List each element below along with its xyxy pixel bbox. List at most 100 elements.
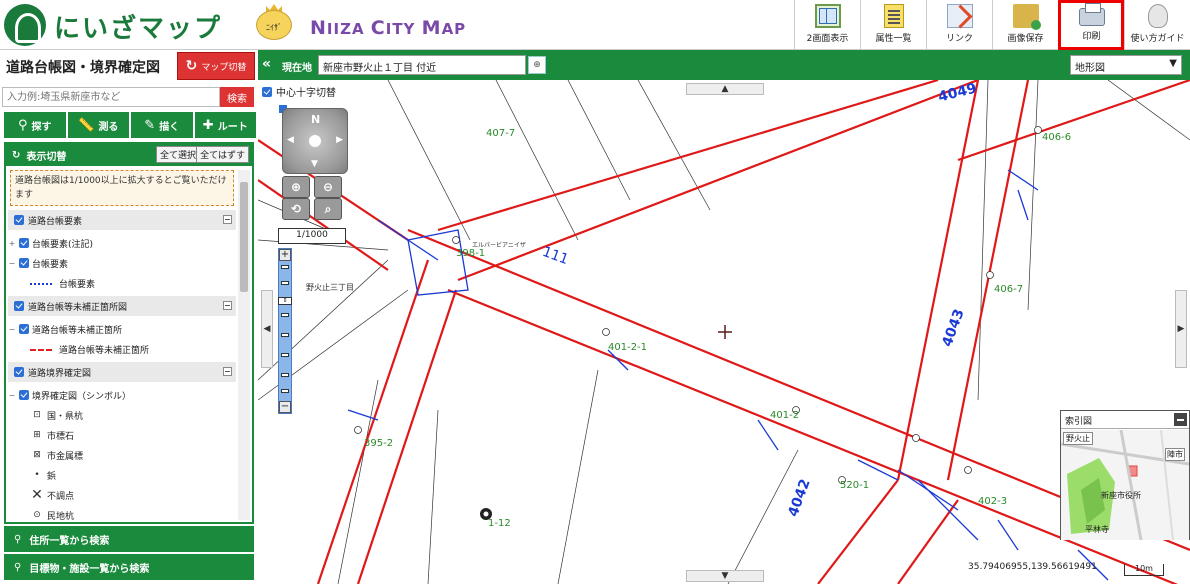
layer-group-label: 道路台帳要素	[28, 216, 83, 227]
print-button[interactable]: 印刷	[1058, 0, 1124, 50]
mascot-text: ﾆｲｻﾞ	[266, 23, 282, 32]
map-label: 401-2	[770, 410, 800, 421]
zoom-minus-icon[interactable]: −	[279, 401, 291, 413]
app-logo-text[interactable]: にいざマップ	[54, 8, 222, 45]
toolbar: 2画面表示 属性一覧 リンク 画像保存 印刷 使い方ガイド	[794, 0, 1190, 50]
deselect-all-button[interactable]: 全てはずす	[196, 146, 249, 163]
two-screen-button[interactable]: 2画面表示	[794, 0, 860, 50]
chevron-down-icon: ▼	[1169, 58, 1177, 69]
overview-body[interactable]: 野火止 新座市役所 平林寺 陣市	[1060, 429, 1190, 541]
scale-display[interactable]: 1/1000	[278, 228, 346, 244]
print-icon	[1078, 3, 1105, 26]
layer-item[interactable]: − 境界確定図（シンボル）	[8, 385, 236, 405]
metal-marker-icon: ⊠	[33, 450, 41, 460]
basemap-value: 地形図	[1075, 63, 1105, 74]
zoom-fit-icon[interactable]: ⌕	[314, 198, 342, 220]
collapse-panel-icon[interactable]: «	[262, 56, 271, 72]
collapse-icon[interactable]	[223, 215, 232, 224]
legend-label: 台帳要素	[59, 279, 96, 290]
map-switch-button[interactable]: ↻ マップ切替	[177, 52, 255, 80]
address-search-input[interactable]	[2, 87, 220, 107]
rotate-icon[interactable]: ⟲	[282, 198, 310, 220]
pan-left-icon[interactable]: ◀	[287, 135, 294, 145]
target-icon[interactable]: ⊕	[528, 56, 546, 74]
checkbox[interactable]	[19, 238, 29, 248]
zoom-slider[interactable]: + ⇕ −	[278, 248, 292, 414]
crosshair-toggle-label: 中心十字切替	[276, 88, 336, 99]
overview-label: 陣市	[1165, 448, 1185, 461]
pan-right-icon[interactable]: ▶	[336, 135, 343, 145]
legend-item: ⊡ 国・県杭	[8, 405, 236, 425]
zoom-out-icon[interactable]: ⊖	[314, 176, 342, 198]
layer-group-unrevised[interactable]: 道路台帳等未補正箇所図	[8, 296, 236, 316]
display-toggle-header: ↻ 表示切替 全て選択 全てはずす	[6, 144, 252, 166]
layer-item[interactable]: − 台帳要素	[8, 253, 236, 273]
zoom-handle[interactable]: ⇕	[278, 297, 292, 305]
collapse-icon[interactable]	[223, 367, 232, 376]
map-label: 406-7	[994, 284, 1024, 295]
layer-item[interactable]: − 道路台帳等未補正箇所	[8, 319, 236, 339]
save-image-label: 画像保存	[1007, 34, 1044, 44]
expand-toggle[interactable]: +	[8, 239, 16, 248]
pan-left-arrow[interactable]: ◀	[261, 290, 273, 368]
crosshair-toggle[interactable]: 中心十字切替	[262, 84, 336, 99]
pan-control[interactable]: N ◀ ▶ ▼	[282, 108, 348, 174]
tool-draw-button[interactable]: ✎ 描く	[131, 112, 193, 138]
facility-list-search-button[interactable]: ⚲ 目標物・施設一覧から検索	[4, 554, 254, 580]
checkbox[interactable]	[14, 215, 24, 225]
overview-map[interactable]: 索引図 野火止 新座市役所 平林寺 陣市	[1060, 410, 1190, 541]
map-label: 402-3	[978, 496, 1008, 507]
search-button[interactable]: 検索	[220, 87, 254, 107]
address-list-search-button[interactable]: ⚲ 住所一覧から検索	[4, 526, 254, 552]
tool-measure-button[interactable]: 📏 測る	[67, 112, 129, 138]
pan-down-arrow[interactable]: ▼	[686, 570, 764, 582]
expand-toggle[interactable]: −	[8, 391, 16, 400]
map-header: « 現在地 新座市野火止１丁目 付近 ⊕ 地形図 ▼	[258, 50, 1190, 80]
save-image-button[interactable]: 画像保存	[992, 0, 1058, 50]
checkbox[interactable]	[14, 367, 24, 377]
checkbox[interactable]	[19, 390, 29, 400]
guide-button[interactable]: 使い方ガイド	[1124, 0, 1190, 50]
checkbox[interactable]	[14, 301, 24, 311]
select-all-button[interactable]: 全て選択	[155, 146, 200, 163]
map-canvas[interactable]: 4049 4043 4042 111 407-7 406-6 406-7 398-1 401-2…	[258, 80, 1190, 584]
layer-group-boundary[interactable]: 道路境界確定図	[8, 362, 236, 382]
checkbox[interactable]	[19, 258, 29, 268]
pan-center-icon[interactable]	[309, 135, 321, 147]
link-button[interactable]: リンク	[926, 0, 992, 50]
city-map-title: NIIZA CITY MAP	[310, 17, 467, 39]
city-logo-icon[interactable]	[4, 4, 46, 46]
rivet-icon: •	[34, 470, 40, 480]
minimize-icon[interactable]	[1174, 413, 1187, 426]
attribute-list-button[interactable]: 属性一覧	[860, 0, 926, 50]
expand-toggle[interactable]: −	[8, 325, 16, 334]
tool-route-button[interactable]: ✚ ルート	[194, 112, 256, 138]
layer-list-scrollbar[interactable]	[238, 170, 250, 520]
layer-group-label: 道路境界確定図	[28, 368, 92, 379]
two-screen-icon	[814, 4, 841, 28]
scrollbar-thumb[interactable]	[240, 182, 248, 292]
draw-icon: ✎	[144, 117, 156, 133]
pan-right-arrow[interactable]: ▶	[1175, 290, 1187, 368]
legend-label: 国・県杭	[47, 411, 84, 422]
panel-title: 道路台帳図・境界確定図	[6, 60, 160, 76]
layer-group-road-ledger[interactable]: 道路台帳要素	[8, 210, 236, 230]
coordinate-readout: 35.79406955,139.56619491	[968, 562, 1097, 572]
checkbox[interactable]	[19, 324, 29, 334]
pan-up-arrow[interactable]: ▲	[686, 83, 764, 95]
basemap-select[interactable]: 地形図 ▼	[1070, 55, 1182, 75]
expand-toggle[interactable]: −	[8, 259, 16, 268]
layer-item-label: 境界確定図（シンボル）	[32, 391, 132, 402]
private-stake-icon: ⊙	[33, 510, 41, 520]
layer-item[interactable]: + 台帳要素(注記)	[8, 233, 236, 253]
map-label: 406-6	[1042, 132, 1072, 143]
zoom-in-icon[interactable]: ⊕	[282, 176, 310, 198]
tool-search-button[interactable]: ⚲ 探す	[4, 112, 66, 138]
checkbox[interactable]	[262, 86, 272, 97]
pan-down-icon[interactable]: ▼	[311, 159, 318, 169]
attribute-list-label: 属性一覧	[875, 34, 912, 44]
zoom-plus-icon[interactable]: +	[279, 249, 291, 261]
guide-label: 使い方ガイド	[1130, 34, 1185, 44]
collapse-icon[interactable]	[223, 301, 232, 310]
legend-label: 不調点	[47, 491, 75, 502]
